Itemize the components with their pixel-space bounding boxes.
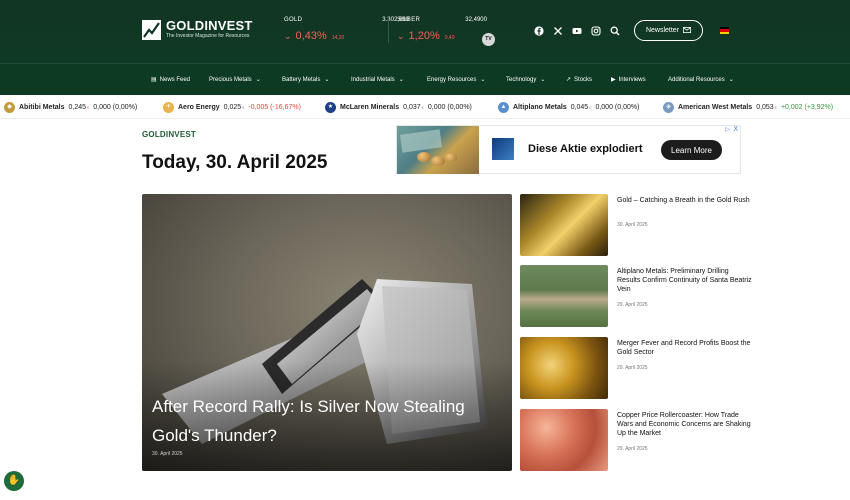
quote-percent: 0,43% — [295, 30, 327, 42]
quote-name: GOLD — [284, 17, 303, 23]
chevron-down-icon: ⌄ — [540, 77, 546, 83]
logo-tagline: The Investor Magazine for Resources — [166, 33, 250, 39]
nav-item-precious-metals[interactable]: Precious Metals ⌄ — [209, 76, 261, 84]
nav-item-stocks[interactable]: ↗ Stocks — [566, 76, 592, 84]
chevron-down-icon: ⌄ — [255, 77, 261, 83]
side-article-title[interactable]: Copper Price Rollercoaster: How Trade Wa… — [617, 411, 752, 438]
side-article-date: 29. April 2025 — [617, 365, 648, 371]
nav-item-additional-resources[interactable]: Additional Resources ⌄ — [668, 76, 734, 84]
quote-silber[interactable]: SILBER 32,4900 ⌄ 1,20% 0,40 — [397, 17, 487, 42]
nav-item-technology[interactable]: Technology ⌄ — [506, 76, 546, 84]
page-root: GOLDINVEST The Investor Magazine for Res… — [0, 0, 850, 500]
mining-site-thumbnail — [520, 265, 608, 327]
side-article-title[interactable]: Gold – Catching a Breath in the Gold Rus… — [617, 196, 752, 205]
logo-chart-icon — [142, 19, 161, 40]
german-flag-icon[interactable] — [720, 27, 729, 34]
side-article-date: 29. April 2025 — [617, 446, 648, 452]
facebook-icon[interactable] — [534, 26, 544, 36]
stock-ticker: ◆ Abitibi Metals 0,245 € 0,000 (0,00%) ✈… — [0, 95, 850, 119]
quote-divider — [388, 17, 389, 43]
youtube-icon[interactable] — [572, 26, 582, 36]
quote-abs-change: 0,40 — [444, 35, 455, 41]
learn-more-button[interactable]: Learn More — [661, 140, 722, 160]
ticker-item[interactable]: ▲ Altiplano Metals 0,045 € 0,000 (0,00%) — [498, 102, 639, 113]
header-bar: GOLDINVEST The Investor Magazine for Res… — [0, 0, 850, 63]
newsletter-button[interactable]: Newsletter — [634, 20, 703, 41]
chevron-down-icon: ⌄ — [397, 31, 405, 41]
ad-logo-icon — [492, 138, 514, 160]
chevron-down-icon: ⌄ — [398, 77, 404, 83]
ad-close-icon[interactable]: X — [733, 126, 738, 133]
company-logo-icon: ▲ — [498, 102, 509, 113]
copper-pipes-thumbnail — [520, 409, 608, 471]
australia-flag-icon: ★ — [325, 102, 336, 113]
ad-headline: Diese Aktie explodiert — [528, 143, 643, 155]
side-article[interactable]: Gold – Catching a Breath in the Gold Rus… — [520, 194, 750, 256]
company-logo-icon: ◈ — [663, 102, 674, 113]
nav-item-energy-resources[interactable]: Energy Resources ⌄ — [427, 76, 486, 84]
envelope-icon — [683, 26, 692, 35]
ad-money-image — [397, 126, 479, 174]
ticker-item[interactable]: ◈ American West Metals 0,053 € +0,002 (+… — [663, 102, 833, 113]
side-article-date: 30. April 2025 — [617, 222, 648, 228]
hero-article[interactable]: After Record Rally: Is Silver Now Steali… — [142, 194, 512, 471]
ad-info-icon[interactable]: ▷ — [725, 126, 730, 133]
chevron-down-icon: ⌄ — [284, 31, 292, 41]
company-logo-icon: ✈ — [163, 102, 174, 113]
hero-date: 30. April 2025 — [152, 451, 183, 457]
chevron-down-icon: ⌄ — [728, 77, 734, 83]
nav-item-interviews[interactable]: ▶ Interviews — [611, 76, 646, 84]
gold-coins-thumbnail — [520, 337, 608, 399]
newsletter-label: Newsletter — [645, 27, 680, 34]
side-article[interactable]: Copper Price Rollercoaster: How Trade Wa… — [520, 409, 752, 471]
site-logo[interactable]: GOLDINVEST The Investor Magazine for Res… — [142, 19, 253, 40]
company-logo-icon: ◆ — [4, 102, 15, 113]
video-icon: ▶ — [611, 77, 616, 83]
nav-item-industrial-metals[interactable]: Industrial Metals ⌄ — [351, 76, 404, 84]
quote-abs-change: 14,20 — [331, 35, 345, 41]
hero-title[interactable]: After Record Rally: Is Silver Now Steali… — [152, 392, 482, 450]
gold-bars-thumbnail — [520, 194, 608, 256]
side-article[interactable]: Merger Fever and Record Profits Boost th… — [520, 337, 750, 399]
quote-percent: 1,20% — [408, 30, 440, 42]
ticker-item[interactable]: ◆ Abitibi Metals 0,245 € 0,000 (0,00%) — [4, 102, 137, 113]
instagram-icon[interactable] — [591, 26, 601, 36]
chevron-down-icon: ⌄ — [324, 77, 330, 83]
side-article[interactable]: Altiplano Metals: Preliminary Drilling R… — [520, 265, 752, 327]
nav-item-battery-metals[interactable]: Battery Metals ⌄ — [282, 76, 330, 84]
tradingview-icon[interactable]: TV — [482, 33, 495, 46]
news-feed-icon: ▤ — [151, 77, 157, 83]
side-article-date: 29. April 2025 — [617, 302, 648, 308]
logo-title: GOLDINVEST — [166, 18, 253, 33]
main-navigation: ▤ News Feed Precious Metals ⌄ Battery Met… — [0, 63, 850, 95]
nav-item-news-feed[interactable]: ▤ News Feed — [151, 76, 190, 84]
page-title: Today, 30. April 2025 — [142, 152, 328, 173]
ticker-item[interactable]: ✈ Aero Energy 0,025 € -0,005 (-16,67%) — [163, 102, 301, 113]
cookie-settings-icon[interactable]: ✋ — [4, 471, 24, 491]
quote-price: 32,4900 — [465, 17, 487, 23]
chevron-down-icon: ⌄ — [480, 77, 486, 83]
search-icon[interactable] — [610, 26, 620, 36]
advertisement-banner[interactable]: Diese Aktie explodiert Learn More ▷ X — [396, 125, 741, 174]
chart-icon: ↗ — [566, 77, 572, 83]
section-brand-label: GOLDINVEST — [142, 130, 197, 139]
side-article-title[interactable]: Merger Fever and Record Profits Boost th… — [617, 339, 752, 357]
ticker-item[interactable]: ★ McLaren Minerals 0,037 € 0,000 (0,00%) — [325, 102, 472, 113]
quote-gold[interactable]: GOLD 3.302,690 ⌄ 0,43% 14,20 — [284, 17, 409, 42]
x-icon[interactable] — [553, 26, 563, 36]
side-article-title[interactable]: Altiplano Metals: Preliminary Drilling R… — [617, 267, 752, 294]
